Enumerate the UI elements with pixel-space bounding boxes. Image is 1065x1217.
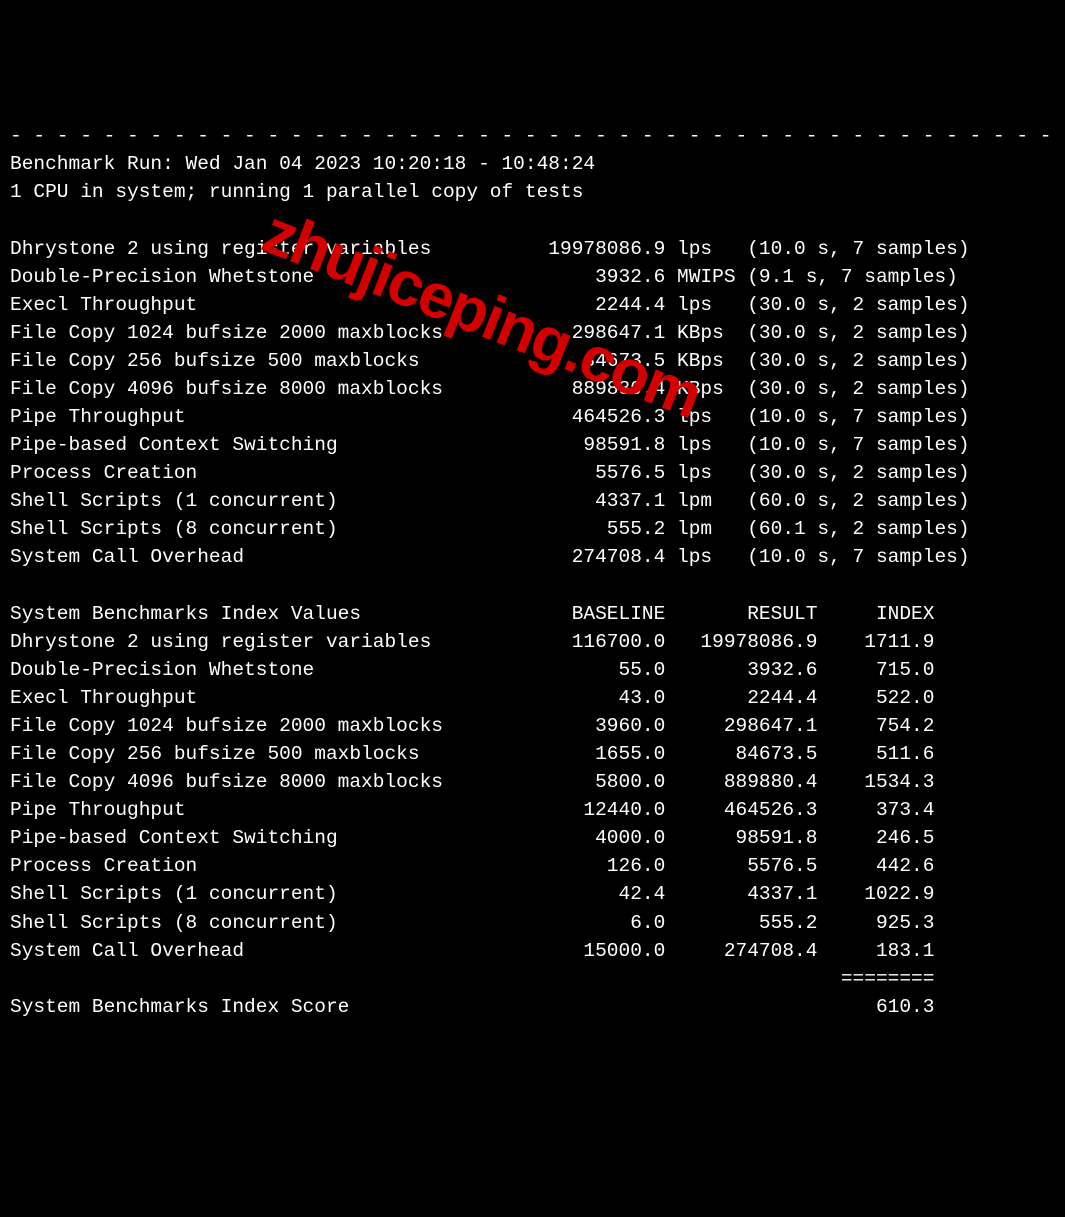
benchmark-terminal-output: - - - - - - - - - - - - - - - - - - - - … xyxy=(10,122,1055,1021)
